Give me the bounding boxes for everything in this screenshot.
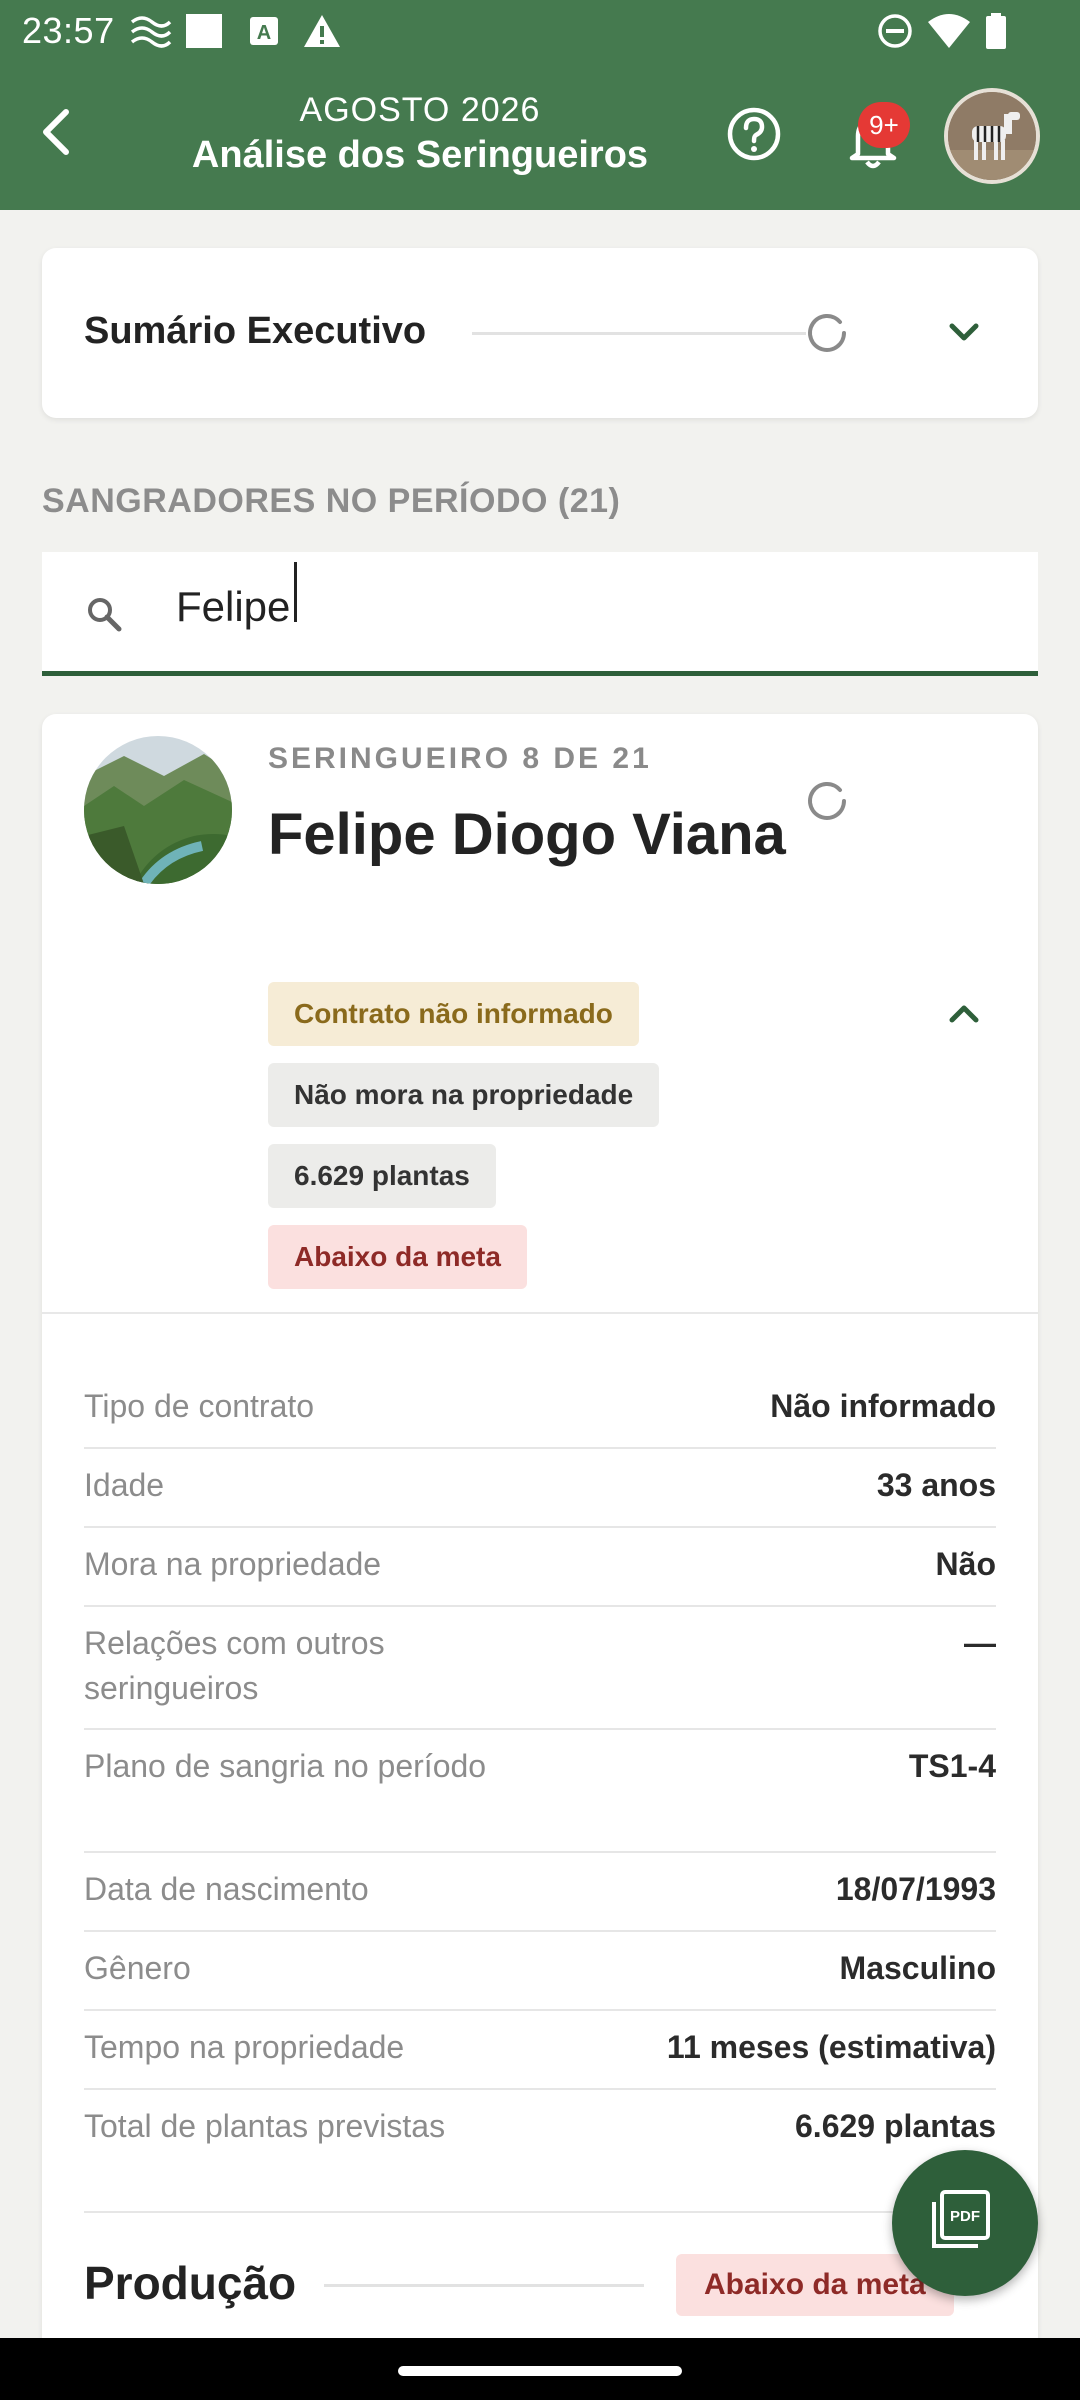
person-name: Felipe Diogo Viana xyxy=(268,802,786,867)
detail-row: Idade 33 anos xyxy=(84,1449,996,1528)
detail-row: Plano de sangria no período TS1-4 xyxy=(84,1730,996,1853)
status-time: 23:57 xyxy=(22,10,115,51)
pdf-export-icon: PDF xyxy=(932,2190,990,2248)
pdf-export-button[interactable]: PDF xyxy=(892,2150,1038,2296)
detail-label: Relações com outros seringueiros xyxy=(84,1625,385,1706)
alert-triangle-icon xyxy=(304,15,340,47)
seringueiro-card: SERINGUEIRO 8 DE 21 Felipe Diogo Viana C… xyxy=(42,714,1038,2354)
wifi-icon xyxy=(928,14,970,48)
home-gesture-handle[interactable] xyxy=(398,2366,682,2376)
residence-chip: Não mora na propriedade xyxy=(268,1063,660,1127)
signal-waves-icon xyxy=(130,16,172,48)
status-bar: 23:57 A xyxy=(0,0,1080,62)
chevron-down-icon[interactable] xyxy=(942,310,986,354)
zebra-avatar xyxy=(948,92,1036,180)
detail-row: Data de nascimento 18/07/1993 xyxy=(84,1853,996,1932)
do-not-disturb-icon xyxy=(878,14,912,48)
goal-status-chip: Abaixo da meta xyxy=(268,1225,527,1289)
user-avatar[interactable] xyxy=(944,88,1040,184)
chevron-left-icon[interactable] xyxy=(28,102,88,162)
battery-icon xyxy=(986,13,1006,49)
app-title: Análise dos Seringueiros xyxy=(191,134,649,176)
detail-row: Total de plantas previstas 6.629 plantas xyxy=(84,2090,996,2213)
detail-label: Plano de sangria no período xyxy=(84,1748,487,1784)
detail-value: 11 meses (estimativa) xyxy=(666,2029,996,2065)
detail-label: Mora na propriedade xyxy=(84,1546,382,1582)
section-label: SANGRADORES NO PERÍODO (21) xyxy=(42,482,621,520)
detail-row: Tipo de contrato Não informado xyxy=(84,1370,996,1449)
a-app-icon: A xyxy=(250,17,278,45)
detail-value: Não informado xyxy=(770,1388,996,1424)
detail-value: 6.629 plantas xyxy=(795,2108,996,2144)
landscape-photo xyxy=(84,736,232,884)
detail-label: Tempo na propriedade xyxy=(84,2029,405,2065)
svg-text:PDF: PDF xyxy=(950,2208,980,2225)
detail-row: Mora na propriedade Não xyxy=(84,1528,996,1607)
plants-chip: 6.629 plantas xyxy=(268,1144,496,1208)
search-icon xyxy=(88,598,122,632)
loading-spinner-icon xyxy=(808,314,846,352)
divider-line xyxy=(472,332,806,335)
divider xyxy=(42,1312,1038,1314)
divider-line xyxy=(324,2284,644,2287)
text-cursor xyxy=(294,562,297,622)
detail-label: Idade xyxy=(84,1467,165,1503)
detail-value: TS1-4 xyxy=(908,1748,996,1784)
executive-summary-card[interactable]: Sumário Executivo xyxy=(42,248,1038,418)
svg-text:A: A xyxy=(257,22,271,44)
detail-value: Não xyxy=(935,1546,996,1582)
contract-chip: Contrato não informado xyxy=(268,982,639,1046)
detail-row: Relações com outros seringueiros — xyxy=(84,1607,996,1730)
person-avatar[interactable] xyxy=(84,736,232,884)
detail-value: 33 anos xyxy=(876,1467,996,1503)
detail-label: Gênero xyxy=(84,1950,191,1986)
chevron-up-icon[interactable] xyxy=(942,992,986,1036)
detail-label: Total de plantas previstas xyxy=(84,2108,446,2144)
app-subtitle: AGOSTO 2026 xyxy=(299,91,541,129)
seringueiro-counter: SERINGUEIRO 8 DE 21 xyxy=(268,742,652,775)
detail-row: Gênero Masculino xyxy=(84,1932,996,2011)
detail-value: 18/07/1993 xyxy=(835,1871,996,1907)
production-title: Produção xyxy=(84,2257,297,2309)
help-circle-icon[interactable] xyxy=(724,104,784,164)
notification-badge: 9+ xyxy=(858,102,910,148)
detail-label: Tipo de contrato xyxy=(84,1388,315,1424)
search-field[interactable] xyxy=(42,552,1038,676)
detail-label: Data de nascimento xyxy=(84,1871,369,1907)
loading-spinner-icon xyxy=(808,782,846,820)
app-title-block: AGOSTO 2026 Análise dos Seringueiros xyxy=(150,90,690,180)
detail-value: — xyxy=(964,1625,996,1661)
square-app-icon xyxy=(186,14,222,48)
detail-value: Masculino xyxy=(839,1950,996,1986)
app-bar: AGOSTO 2026 Análise dos Seringueiros 9+ xyxy=(0,62,1080,210)
summary-title: Sumário Executivo xyxy=(84,310,427,352)
detail-row: Tempo na propriedade 11 meses (estimativ… xyxy=(84,2011,996,2090)
